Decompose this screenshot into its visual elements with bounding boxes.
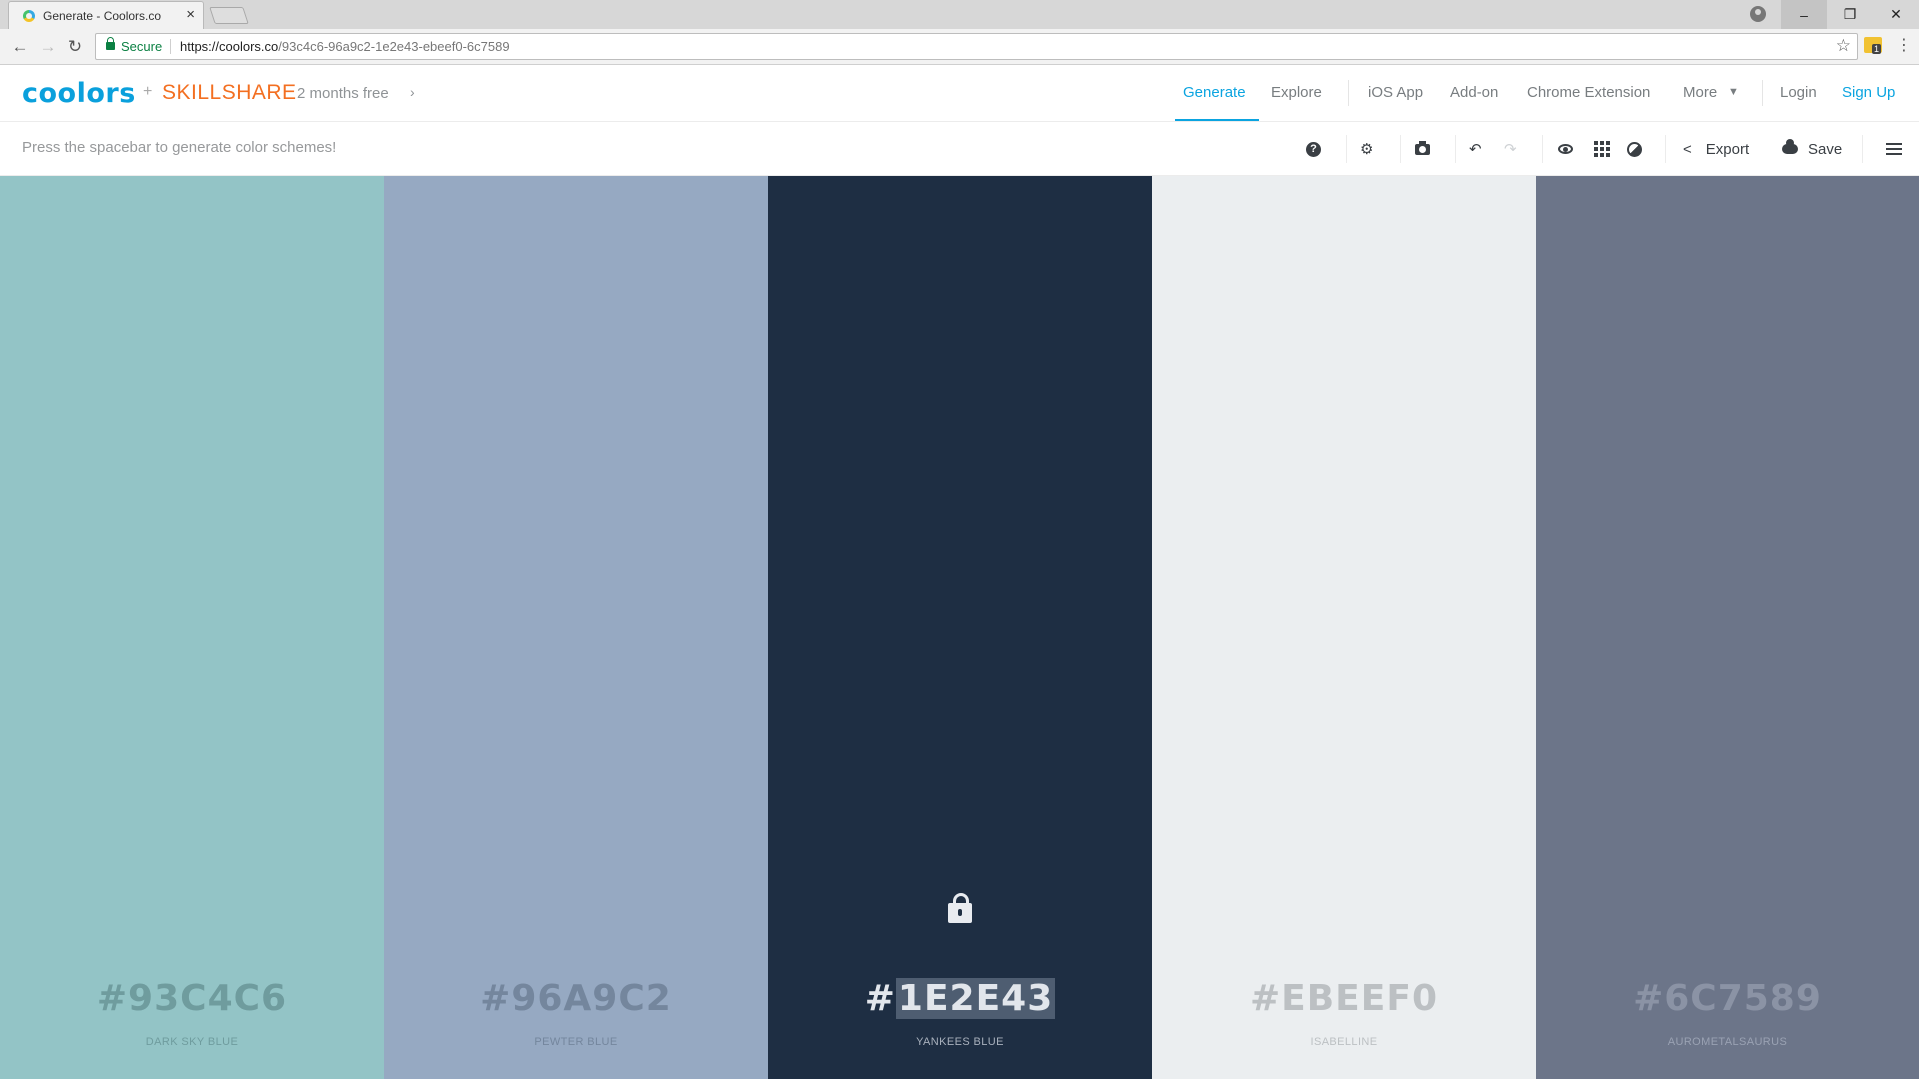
toolbar-divider — [1542, 135, 1543, 163]
extension-icon[interactable]: 1 — [1864, 37, 1882, 54]
browser-toolbar: ← → ↻ Secure https://coolors.co/93c4c6-9… — [0, 29, 1919, 65]
redo-icon: ↷ — [1504, 141, 1517, 158]
hex-selected-text: 1E2E43 — [895, 978, 1056, 1019]
toolbar-divider — [1455, 135, 1456, 163]
share-icon: < — [1683, 140, 1692, 158]
toolbar-divider — [1400, 135, 1401, 163]
nav-more[interactable]: More — [1683, 84, 1717, 101]
close-window-button[interactable]: ✕ — [1873, 0, 1919, 29]
coolors-favicon-icon — [23, 10, 35, 22]
url-path: /93c4c6-96a9c2-1e2e43-ebeef0-6c7589 — [278, 39, 510, 54]
plus-sign: + — [143, 83, 153, 100]
nav-generate[interactable]: Generate — [1183, 84, 1246, 101]
nav-chrome-extension[interactable]: Chrome Extension — [1527, 84, 1650, 101]
eye-icon — [1558, 144, 1573, 154]
back-arrow-icon[interactable]: ← — [8, 35, 32, 59]
color-blindness-button[interactable] — [1558, 138, 1573, 160]
help-button[interactable]: ? — [1306, 138, 1321, 160]
camera-icon — [1415, 140, 1430, 155]
extension-badge: 1 — [1872, 44, 1882, 54]
undo-icon: ↶ — [1469, 141, 1482, 158]
hex-code[interactable]: #1E2E43 — [768, 978, 1152, 1019]
lock-icon[interactable] — [948, 893, 972, 923]
spacebar-hint: Press the spacebar to generate color sch… — [22, 139, 337, 156]
forward-arrow-icon[interactable]: → — [36, 35, 60, 59]
promo-link[interactable]: 2 months free — [297, 85, 389, 102]
browser-menu-icon[interactable]: ⋮ — [1896, 37, 1912, 55]
hex-code[interactable]: #6C7589 — [1536, 978, 1919, 1019]
minimize-button[interactable]: – — [1781, 0, 1827, 29]
screenshot-button[interactable] — [1415, 138, 1430, 160]
export-label: Export — [1705, 140, 1750, 158]
color-name: PEWTER BLUE — [534, 1036, 618, 1048]
color-name: AUROMETALSAURUS — [1667, 1036, 1788, 1048]
color-swatch[interactable]: #93C4C6 DARK SKY BLUE — [0, 176, 384, 1079]
toolbar-divider — [1862, 135, 1863, 163]
new-tab-button[interactable] — [209, 7, 249, 24]
tab-title: Generate - Coolors.co — [43, 9, 162, 23]
nav-explore[interactable]: Explore — [1271, 84, 1322, 101]
color-swatch[interactable]: #6C7589 AUROMETALSAURUS — [1536, 176, 1919, 1079]
url-host: https://coolors.co — [180, 39, 279, 54]
bookmark-star-icon[interactable]: ☆ — [1836, 36, 1851, 56]
contrast-icon — [1627, 141, 1642, 157]
color-name: DARK SKY BLUE — [145, 1036, 239, 1048]
gear-icon: ⚙ — [1360, 141, 1374, 158]
hex-code[interactable]: #93C4C6 — [0, 978, 384, 1019]
secure-label: Secure — [121, 39, 163, 54]
color-name: YANKEES BLUE — [916, 1036, 1004, 1048]
active-tab-indicator — [1175, 119, 1259, 121]
help-icon: ? — [1306, 141, 1321, 157]
profile-icon[interactable] — [1750, 6, 1766, 22]
color-name: ISABELLINE — [1310, 1036, 1378, 1048]
cloud-upload-icon — [1782, 139, 1798, 154]
export-button[interactable]: < Export — [1683, 138, 1749, 160]
color-palette: #93C4C6 DARK SKY BLUE #96A9C2 PEWTER BLU… — [0, 176, 1919, 1079]
coolors-logo[interactable]: coolors — [22, 78, 136, 109]
app-toolbar: Press the spacebar to generate color sch… — [0, 122, 1919, 176]
nav-addon[interactable]: Add-on — [1450, 84, 1498, 101]
nav-divider — [1762, 80, 1763, 106]
hex-code[interactable]: #EBEEF0 — [1152, 978, 1536, 1019]
reload-icon[interactable]: ↻ — [63, 35, 87, 59]
hex-prefix: # — [864, 978, 896, 1019]
nav-signup[interactable]: Sign Up — [1842, 84, 1895, 101]
color-swatch[interactable]: #96A9C2 PEWTER BLUE — [384, 176, 768, 1079]
close-tab-icon[interactable]: × — [186, 6, 195, 24]
skillshare-logo[interactable]: SKILLSHARE — [162, 81, 297, 105]
browser-tab[interactable]: Generate - Coolors.co × — [8, 1, 204, 29]
chevron-right-icon[interactable]: › — [410, 84, 415, 100]
toolbar-divider — [1665, 135, 1666, 163]
grid-icon — [1594, 141, 1610, 157]
color-swatch[interactable]: #1E2E43 YANKEES BLUE — [768, 176, 1152, 1079]
save-button[interactable]: Save — [1782, 138, 1842, 160]
chevron-down-icon[interactable]: ▼ — [1728, 86, 1739, 98]
app-header: coolors + SKILLSHARE 2 months free › Gen… — [0, 66, 1919, 122]
url-divider — [170, 39, 171, 54]
redo-button[interactable]: ↷ — [1504, 138, 1517, 160]
url-text[interactable]: https://coolors.co/93c4c6-96a9c2-1e2e43-… — [180, 39, 510, 54]
menu-button[interactable] — [1886, 138, 1902, 160]
toolbar-divider — [1346, 135, 1347, 163]
address-bar[interactable]: Secure https://coolors.co/93c4c6-96a9c2-… — [95, 33, 1858, 60]
nav-divider — [1348, 80, 1349, 106]
view-grid-button[interactable] — [1594, 138, 1610, 160]
secure-lock-icon — [106, 37, 115, 50]
color-swatch[interactable]: #EBEEF0 ISABELLINE — [1152, 176, 1536, 1079]
undo-button[interactable]: ↶ — [1469, 138, 1482, 160]
nav-login[interactable]: Login — [1780, 84, 1817, 101]
restore-button[interactable]: ❐ — [1827, 0, 1873, 29]
save-label: Save — [1808, 140, 1843, 158]
adjust-palette-button[interactable] — [1627, 138, 1642, 160]
nav-ios-app[interactable]: iOS App — [1368, 84, 1423, 101]
browser-titlebar: Generate - Coolors.co × – ❐ ✕ — [0, 0, 1919, 29]
hamburger-icon — [1886, 143, 1902, 155]
hex-code[interactable]: #96A9C2 — [384, 978, 768, 1019]
settings-button[interactable]: ⚙ — [1360, 138, 1373, 160]
